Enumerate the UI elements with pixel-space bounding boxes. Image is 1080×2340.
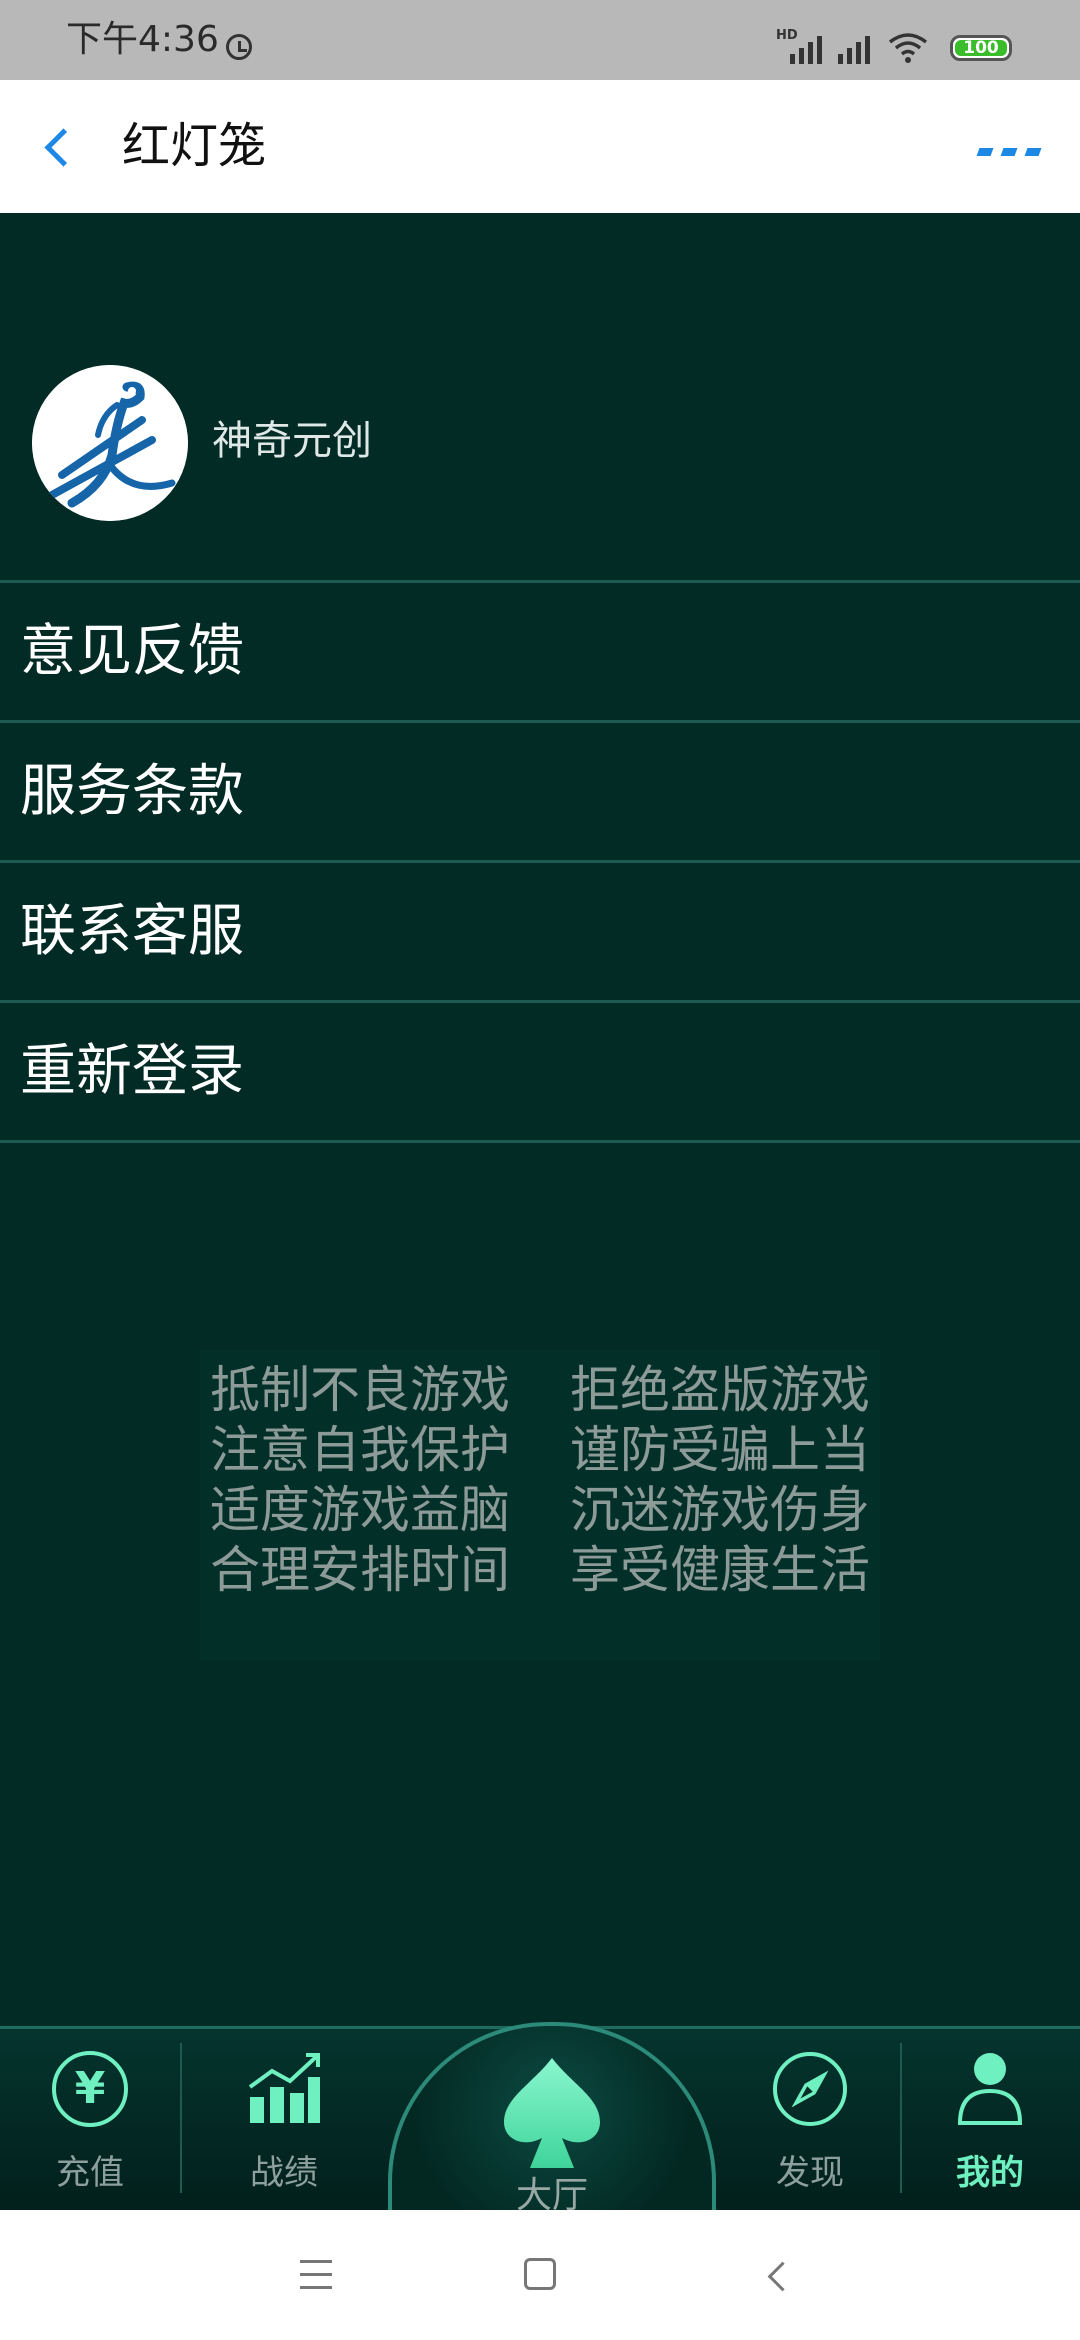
nav-divider (900, 2043, 902, 2193)
menu-item-feedback[interactable]: 意见反馈 (0, 583, 1080, 723)
menu-item-label: 重新登录 (20, 1039, 244, 1104)
nav-label: 充值 (56, 2153, 124, 2193)
notice-phrase: 合理安排时间 (210, 1541, 510, 1599)
page-title: 红灯笼 (122, 118, 267, 174)
notice-phrase: 抵制不良游戏 (210, 1361, 510, 1419)
battery-level: 100 (963, 38, 999, 58)
chart-icon (248, 2053, 320, 2123)
avatar (32, 365, 188, 521)
menu-item-label: 联系客服 (20, 899, 244, 964)
recent-apps-icon[interactable] (300, 2260, 332, 2290)
notice-phrase: 注意自我保护 (210, 1421, 510, 1479)
health-gaming-notice: 抵制不良游戏 拒绝盗版游戏 注意自我保护 谨防受骗上当 适度游戏益脑 沉迷游戏伤… (200, 1350, 880, 1660)
status-time: 下午4:36 (66, 19, 219, 60)
menu-item-label: 服务条款 (20, 759, 244, 824)
nav-item-recharge[interactable]: ¥ 充值 (20, 2051, 160, 2201)
nav-item-discover[interactable]: 发现 (740, 2051, 880, 2201)
status-bar: 下午4:36 HD 100 (0, 0, 1080, 80)
notice-phrase: 拒绝盗版游戏 (570, 1361, 870, 1419)
menu-item-relogin[interactable]: 重新登录 (0, 1003, 1080, 1143)
notice-line: 适度游戏益脑 沉迷游戏伤身 (200, 1480, 880, 1540)
notice-phrase: 享受健康生活 (570, 1541, 870, 1599)
menu-item-label: 意见反馈 (20, 619, 244, 684)
battery-icon: 100 (950, 35, 1012, 61)
home-icon[interactable] (524, 2258, 556, 2290)
profile-name: 神奇元创 (212, 418, 372, 464)
nav-label: 战绩 (250, 2153, 318, 2193)
settings-menu: 意见反馈 服务条款 联系客服 重新登录 (0, 580, 1080, 1143)
alarm-icon (226, 34, 252, 60)
back-icon[interactable] (760, 2260, 790, 2290)
compass-icon (773, 2052, 847, 2126)
title-bar: 红灯笼 (0, 80, 1080, 213)
peacock-logo-icon (32, 365, 188, 521)
nav-item-records[interactable]: 战绩 (214, 2051, 354, 2201)
spade-icon (504, 2058, 600, 2168)
notice-phrase: 谨防受骗上当 (570, 1421, 870, 1479)
signal-icon (838, 30, 870, 64)
wifi-icon (888, 33, 928, 63)
more-options-button[interactable] (960, 120, 1060, 180)
notice-line: 合理安排时间 享受健康生活 (200, 1540, 880, 1600)
notice-line: 抵制不良游戏 拒绝盗版游戏 (200, 1360, 880, 1420)
profile-section[interactable]: 神奇元创 (0, 213, 1080, 581)
nav-divider (180, 2043, 182, 2193)
nav-label: 发现 (776, 2153, 844, 2193)
notice-line: 注意自我保护 谨防受骗上当 (200, 1420, 880, 1480)
nav-label: 我的 (956, 2153, 1024, 2193)
notice-phrase: 沉迷游戏伤身 (570, 1481, 870, 1539)
notice-phrase: 适度游戏益脑 (210, 1481, 510, 1539)
back-button[interactable] (30, 112, 90, 182)
nav-item-me[interactable]: 我的 (920, 2051, 1060, 2201)
menu-item-terms[interactable]: 服务条款 (0, 723, 1080, 863)
person-icon (957, 2053, 1023, 2125)
system-nav-bar (0, 2210, 1080, 2340)
signal-icon (790, 30, 822, 64)
menu-item-contact-support[interactable]: 联系客服 (0, 863, 1080, 1003)
yen-icon: ¥ (52, 2051, 128, 2127)
